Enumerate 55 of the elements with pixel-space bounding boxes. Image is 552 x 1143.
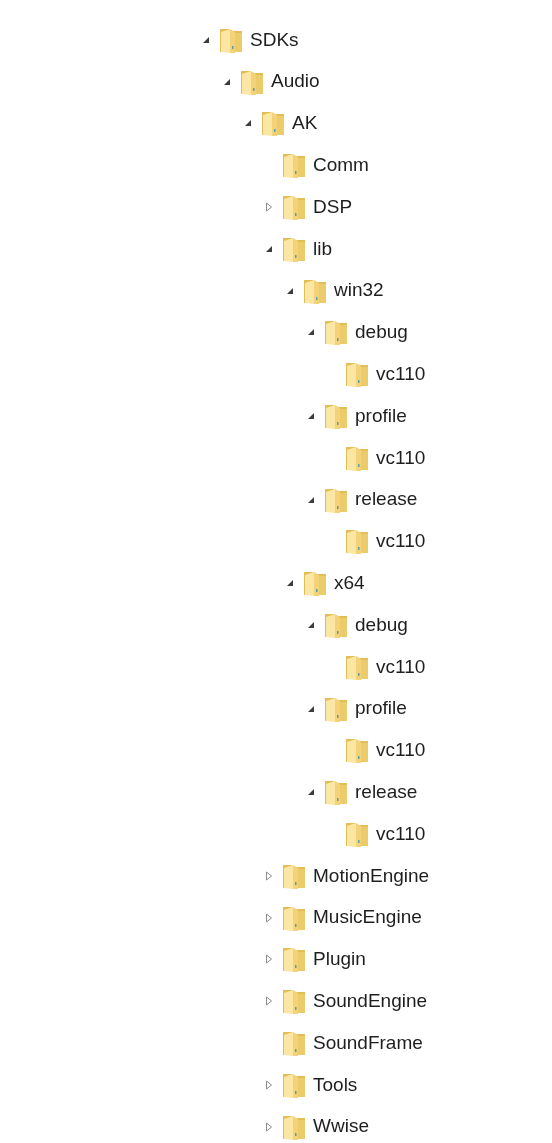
folder-name[interactable]: AK xyxy=(292,109,318,138)
folder-name[interactable]: vc110 xyxy=(376,443,426,473)
folder-icon xyxy=(281,945,307,974)
folder-name[interactable]: release xyxy=(355,485,418,514)
folder-name[interactable]: SDKs xyxy=(250,25,299,55)
collapsed-arrow-icon[interactable] xyxy=(264,954,274,965)
folder-name[interactable]: Plugin xyxy=(313,945,366,974)
folder-name[interactable]: SoundFrame xyxy=(313,1028,423,1058)
collapsed-arrow-icon[interactable] xyxy=(264,996,274,1007)
folder-name[interactable]: profile xyxy=(355,694,407,723)
folder-name[interactable]: vc110 xyxy=(376,736,426,765)
folder-name[interactable]: win32 xyxy=(334,276,384,305)
expanded-arrow-icon[interactable] xyxy=(306,620,316,631)
folder-icon xyxy=(344,736,370,765)
folder-name[interactable]: Comm xyxy=(313,151,369,180)
folder-name[interactable]: Wwise xyxy=(313,1112,369,1141)
collapsed-arrow-icon[interactable] xyxy=(264,1121,274,1132)
folder-name[interactable]: Tools xyxy=(313,1070,358,1100)
folder-icon xyxy=(281,1029,307,1057)
collapsed-arrow-icon[interactable] xyxy=(264,202,274,213)
expanded-arrow-icon[interactable] xyxy=(306,787,316,798)
expanded-arrow-icon[interactable] xyxy=(306,327,316,338)
folder-name[interactable]: vc110 xyxy=(376,360,426,389)
folder-name[interactable]: lib xyxy=(313,234,332,264)
expanded-arrow-icon[interactable] xyxy=(285,578,295,589)
collapsed-arrow-icon[interactable] xyxy=(264,870,274,881)
folder-name[interactable]: release xyxy=(355,778,418,807)
folder-name[interactable]: vc110 xyxy=(376,527,426,556)
folder-icon xyxy=(281,987,307,1016)
folder-icon xyxy=(344,527,370,556)
folder-icon xyxy=(302,569,328,598)
folder-icon xyxy=(323,611,349,640)
folder-name[interactable]: vc110 xyxy=(376,652,426,682)
collapsed-arrow-icon[interactable] xyxy=(264,1079,274,1090)
folder-name[interactable]: SoundEngine xyxy=(313,986,428,1016)
folder-name[interactable]: MotionEngine xyxy=(313,861,430,891)
folder-name[interactable]: MusicEngine xyxy=(313,903,422,932)
folder-icon xyxy=(281,193,307,222)
folder-icon xyxy=(344,820,370,849)
expanded-arrow-icon[interactable] xyxy=(306,411,316,422)
folder-name[interactable]: profile xyxy=(355,401,407,431)
expanded-arrow-icon[interactable] xyxy=(243,118,253,129)
folder-name[interactable]: Audio xyxy=(271,67,320,96)
folder-icon xyxy=(344,360,370,389)
folder-icon xyxy=(260,109,286,138)
folder-name[interactable]: vc110 xyxy=(376,819,426,849)
collapsed-arrow-icon[interactable] xyxy=(264,912,274,923)
folder-name[interactable]: debug xyxy=(355,318,408,347)
folder-icon xyxy=(323,402,349,431)
folder-icon xyxy=(323,318,349,347)
folder-name[interactable]: x64 xyxy=(334,569,365,598)
folder-name[interactable]: DSP xyxy=(313,192,353,222)
folder-icon xyxy=(281,151,307,180)
folder-icon xyxy=(323,778,349,807)
folder-name[interactable]: debug xyxy=(355,610,408,640)
